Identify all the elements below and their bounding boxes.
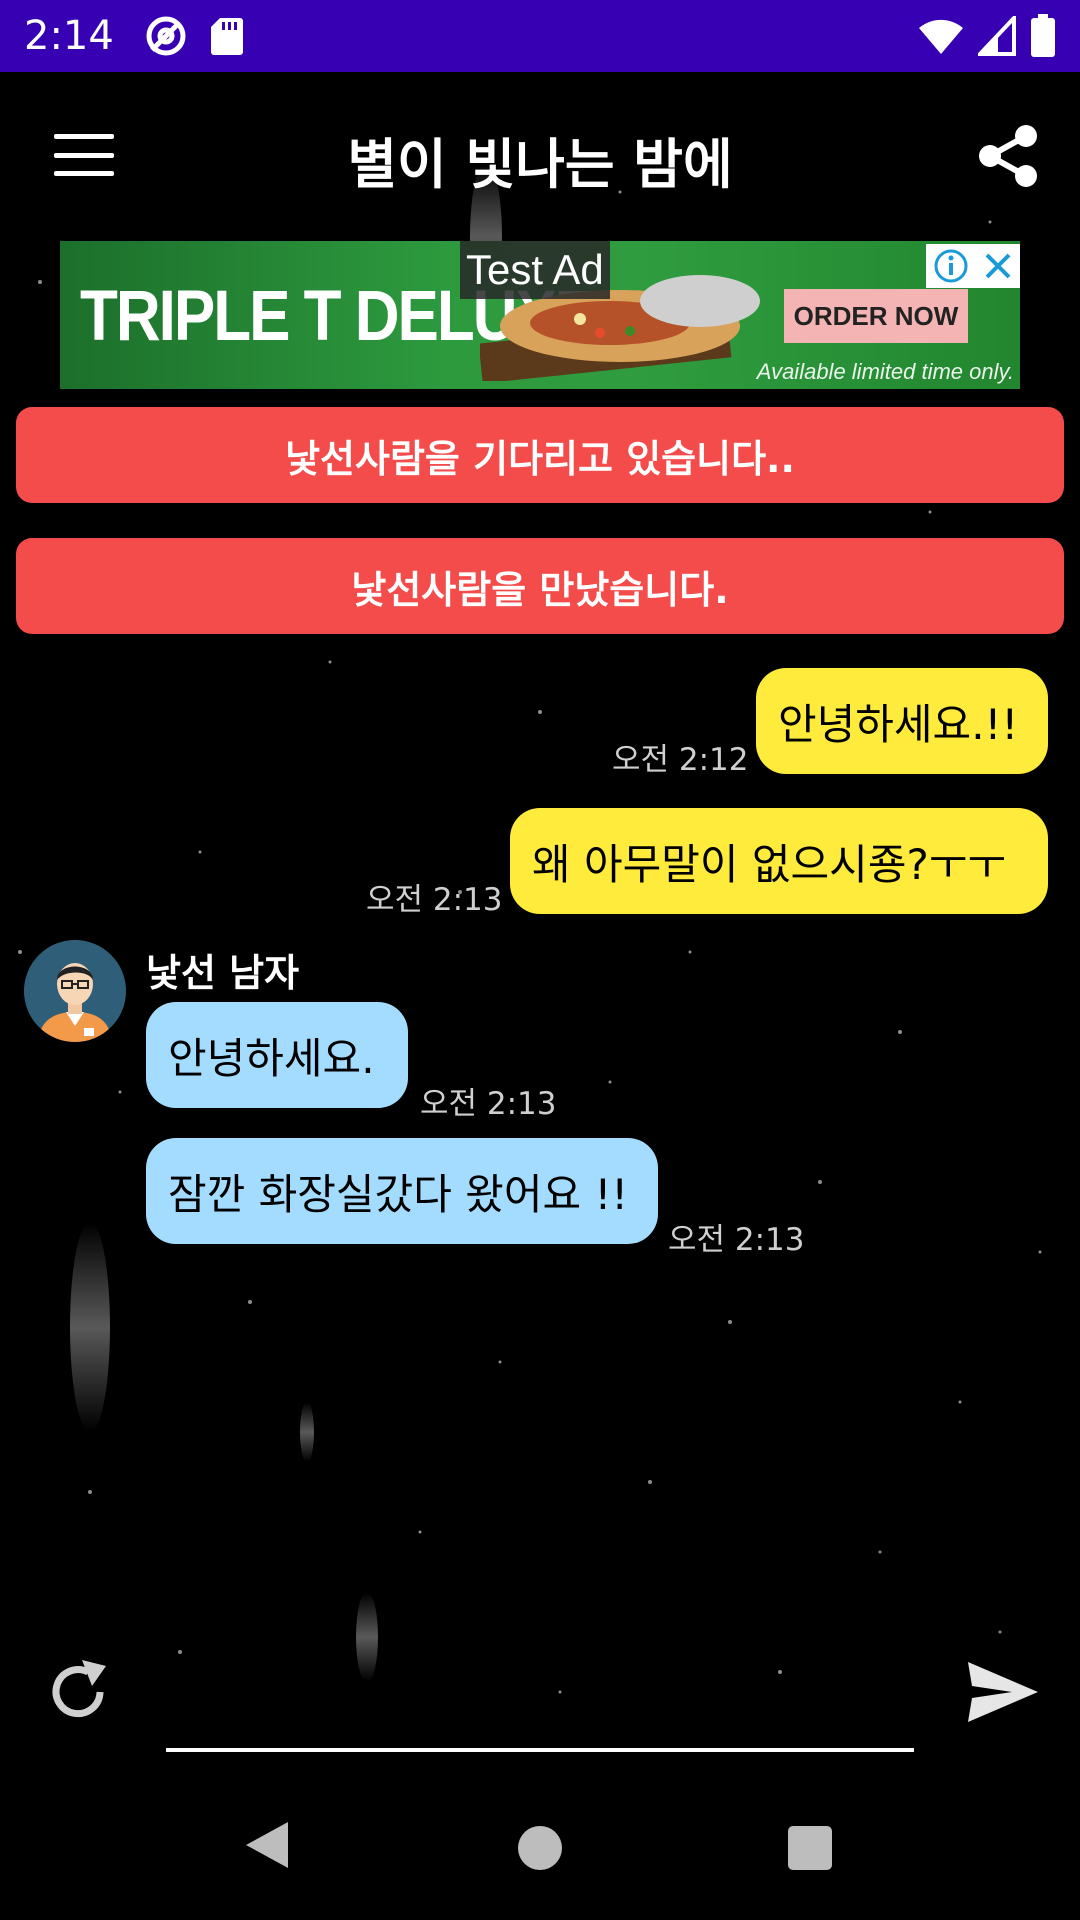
- message-time: 오전 2:13: [668, 1222, 805, 1258]
- waiting-notice: 낯선사람을 기다리고 있습니다..: [16, 407, 1064, 503]
- refresh-icon: [52, 1660, 106, 1718]
- matched-notice: 낯선사람을 만났습니다.: [16, 538, 1064, 634]
- avatar[interactable]: [24, 940, 126, 1042]
- share-icon: [979, 125, 1037, 187]
- wifi-icon: [919, 19, 963, 54]
- signal-icon: [978, 16, 1016, 56]
- share-button[interactable]: [972, 120, 1044, 192]
- nav-back-button[interactable]: [244, 1820, 290, 1870]
- my-message-bubble: 안녕하세요.!!: [756, 668, 1048, 774]
- message-time: 오전 2:13: [420, 1086, 557, 1122]
- ad-order-button[interactable]: ORDER NOW: [784, 289, 968, 343]
- nav-home-button[interactable]: [518, 1826, 562, 1870]
- test-ad-label: Test Ad: [460, 241, 610, 299]
- their-message-bubble: 안녕하세요.: [146, 1002, 408, 1108]
- battery-icon: [1031, 14, 1055, 57]
- at-sign-icon: [146, 16, 186, 56]
- stranger-avatar-icon: [24, 940, 126, 1042]
- refresh-button[interactable]: [44, 1658, 112, 1726]
- status-time: 2:14: [24, 13, 114, 59]
- their-message-bubble: 잠깐 화장실갔다 왔어요 !!: [146, 1138, 658, 1244]
- page-title: 별이 빛나는 밤에: [347, 133, 733, 196]
- sd-card-icon: [210, 18, 243, 55]
- status-bar: 2:14: [0, 0, 1080, 72]
- info-icon[interactable]: [933, 248, 969, 284]
- close-icon[interactable]: [982, 250, 1014, 282]
- sender-name: 낯선 남자: [146, 951, 300, 995]
- ad-tagline: Available limited time only.: [756, 359, 1014, 384]
- message-input[interactable]: [166, 1640, 914, 1752]
- ad-choices[interactable]: [926, 244, 1020, 288]
- message-time: 오전 2:12: [612, 742, 749, 778]
- message-time: 오전 2:13: [366, 882, 503, 918]
- send-icon: [968, 1662, 1038, 1722]
- nav-recents-button[interactable]: [788, 1826, 832, 1870]
- my-message-bubble: 왜 아무말이 없으시죵?ㅜㅜ: [510, 808, 1048, 914]
- send-button[interactable]: [966, 1660, 1040, 1724]
- back-triangle-icon: [246, 1822, 288, 1868]
- app-bar: 별이 빛나는 밤에: [0, 90, 1080, 220]
